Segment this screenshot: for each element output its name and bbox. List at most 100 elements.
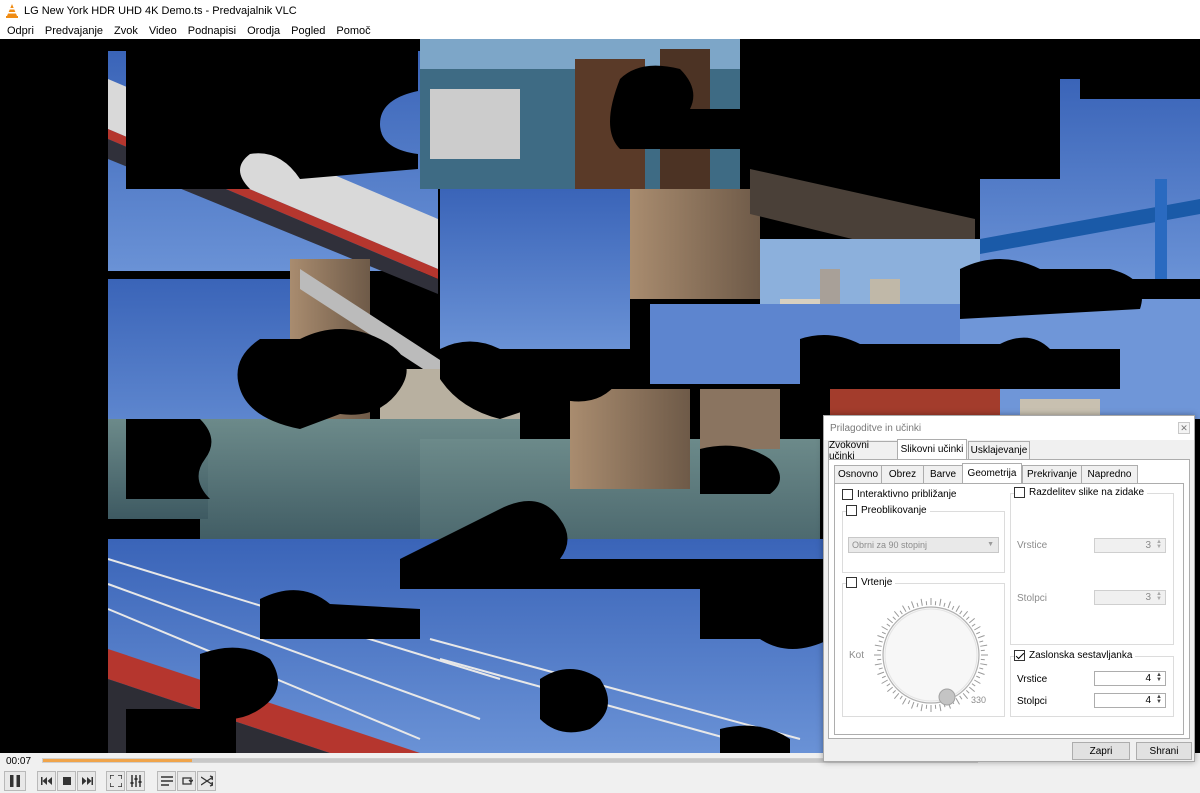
wall-box[interactable] [1014, 487, 1025, 498]
pause-icon [10, 775, 20, 787]
puzzle-checkbox[interactable]: Zaslonska sestavljanka [1014, 650, 1136, 661]
interactive-zoom-box[interactable] [842, 489, 853, 500]
loop-button[interactable] [177, 771, 196, 791]
tab-synchronization[interactable]: Usklajevanje [968, 441, 1030, 459]
angle-label: Kot [849, 650, 865, 661]
elapsed-time: 00:07 [6, 755, 32, 767]
dial-tick [881, 631, 886, 635]
interactive-zoom-checkbox[interactable]: Interaktivno približanje [842, 489, 957, 500]
dial-tick [911, 701, 915, 709]
close-button[interactable]: Zapri [1072, 742, 1130, 760]
dialog-title-bar: Prilagoditve in učinki [824, 416, 1194, 440]
window-title: LG New York HDR UHD 4K Demo.ts - Predvaj… [24, 5, 297, 17]
dial-tick [943, 602, 946, 607]
pause-button[interactable] [4, 771, 26, 791]
puzzle-cols-label: Stolpci [1017, 696, 1048, 707]
playlist-icon [160, 776, 173, 786]
vlc-cone-icon [6, 4, 18, 18]
rotate-box[interactable] [846, 577, 857, 588]
adjustments-dialog: Prilagoditve in učinki ✕ Zvokovni učinki… [823, 415, 1195, 762]
tab-colors[interactable]: Barve [923, 465, 963, 483]
puzzle-cols-spinbox[interactable]: 4 ▲ ▼ [1094, 693, 1166, 708]
tab-geometry[interactable]: Geometrija [962, 463, 1022, 483]
dial-tick [874, 644, 882, 647]
wall-group [1010, 493, 1174, 645]
dial-tick [966, 616, 970, 620]
menu-bar: Odpri Predvajanje Zvok Video Podnapisi O… [0, 22, 1200, 39]
transform-checkbox[interactable]: Preoblikovanje [846, 505, 930, 516]
extended-settings-icon [130, 775, 141, 787]
rotate-label: Vrtenje [861, 577, 893, 588]
menu-podnapisi[interactable]: Podnapisi [183, 25, 242, 37]
extended-settings-button[interactable] [126, 771, 145, 791]
dial-tick [902, 605, 907, 612]
dial-tick [893, 692, 900, 699]
dial-tick [968, 686, 975, 693]
menu-odpri[interactable]: Odpri [2, 25, 40, 37]
puzzle-rows-spinbox[interactable]: 4 ▲ ▼ [1094, 671, 1166, 686]
seek-bar-progress [43, 759, 192, 762]
tab-video-effects[interactable]: Slikovni učinki [897, 439, 967, 459]
dial-tick [966, 690, 970, 694]
save-button[interactable]: Shrani [1136, 742, 1192, 760]
dial-tick [974, 626, 981, 631]
menu-predvajanje[interactable]: Predvajanje [40, 25, 109, 37]
transform-type-select[interactable]: Obrni za 90 stopinj ▼ [848, 537, 999, 553]
stop-icon [62, 777, 71, 785]
menu-zvok[interactable]: Zvok [109, 25, 144, 37]
dial-tick [877, 671, 885, 675]
next-button[interactable] [77, 771, 96, 791]
tab-advanced[interactable]: Napredno [1081, 465, 1138, 483]
menu-orodja[interactable]: Orodja [242, 25, 286, 37]
dial-tick [877, 635, 885, 639]
previous-button[interactable] [37, 771, 56, 791]
dial-tick [977, 671, 985, 675]
dial-tick [959, 695, 963, 700]
wall-cols-spinbox[interactable]: 3 ▲ ▼ [1094, 590, 1166, 605]
dialog-title: Prilagoditve in učinki [830, 422, 922, 434]
dial-tick [899, 695, 903, 700]
dial-tick [881, 675, 886, 679]
chevron-down-icon: ▼ [987, 541, 994, 548]
dial-tick [911, 601, 915, 609]
angle-value: 330 [971, 695, 987, 705]
stop-button[interactable] [57, 771, 76, 791]
rotate-checkbox[interactable]: Vrtenje [846, 577, 896, 588]
dial-tick [977, 635, 985, 639]
tab-crop[interactable]: Obrez [881, 465, 924, 483]
puzzle-box[interactable] [1014, 650, 1025, 661]
dial-tick [892, 690, 896, 694]
playlist-button[interactable] [157, 771, 176, 791]
title-bar: LG New York HDR UHD 4K Demo.ts - Predvaj… [0, 0, 1200, 22]
interactive-zoom-label: Interaktivno približanje [857, 489, 957, 500]
next-icon [81, 777, 93, 785]
wall-rows-spinbox[interactable]: 3 ▲ ▼ [1094, 538, 1166, 553]
dial-tick [916, 602, 919, 607]
menu-pogled[interactable]: Pogled [286, 25, 331, 37]
control-bar [0, 769, 1200, 793]
dial-tick [971, 623, 976, 627]
dial-tick [979, 640, 984, 643]
transform-box[interactable] [846, 505, 857, 516]
puzzle-cols-value: 4 [1145, 695, 1151, 706]
puzzle-label: Zaslonska sestavljanka [1029, 650, 1133, 661]
tab-audio-effects[interactable]: Zvokovni učinki [828, 440, 898, 462]
dial-tick [899, 610, 903, 615]
wall-label: Razdelitev slike na zidake [1029, 487, 1145, 498]
close-icon[interactable]: ✕ [1178, 422, 1190, 434]
dial-tick [892, 616, 896, 620]
menu-pomoc[interactable]: Pomoč [331, 25, 376, 37]
dial-tick [939, 598, 942, 606]
wall-cols-label: Stolpci [1017, 593, 1048, 604]
previous-icon [40, 777, 52, 785]
dial-tick [874, 663, 882, 666]
tab-overlay[interactable]: Prekrivanje [1022, 465, 1082, 483]
wall-checkbox[interactable]: Razdelitev slike na zidake [1014, 487, 1148, 498]
tab-basic[interactable]: Osnovno [834, 465, 882, 483]
fullscreen-button[interactable] [106, 771, 125, 791]
dial-tick [881, 679, 888, 684]
dial-tick [980, 663, 988, 666]
shuffle-button[interactable] [197, 771, 216, 791]
transform-type-value: Obrni za 90 stopinj [852, 540, 928, 550]
menu-video[interactable]: Video [144, 25, 183, 37]
